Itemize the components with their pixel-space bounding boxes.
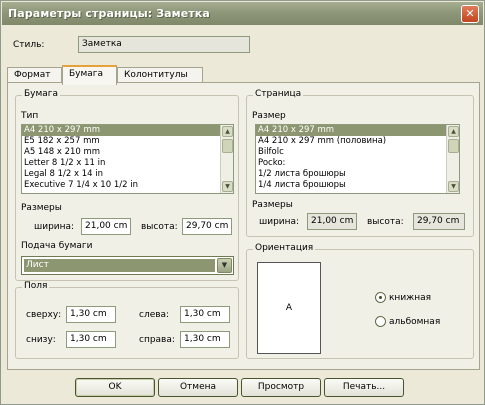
paper-type-label: Тип <box>21 111 39 121</box>
orientation-group: Ориентация A книжная альбомная <box>246 243 474 359</box>
list-item[interactable]: 1/4 листа брошюры <box>256 180 459 191</box>
preview-button[interactable]: Просмотр <box>241 378 321 397</box>
paper-group-title: Бумага <box>22 89 61 99</box>
list-item[interactable]: Letter 8 1/2 x 11 in <box>22 158 233 169</box>
margin-top-label: сверху: <box>26 310 62 320</box>
tab-paper[interactable]: Бумага <box>62 65 117 85</box>
cancel-button[interactable]: Отмена <box>158 378 238 397</box>
orientation-group-title: Ориентация <box>253 243 316 253</box>
style-label: Стиль: <box>13 40 45 50</box>
landscape-label[interactable]: альбомная <box>389 317 440 327</box>
margin-bottom-label: снизу: <box>26 335 56 345</box>
page-height-label: высота: <box>367 217 404 227</box>
list-item[interactable]: A4 210 x 297 mm (половина) <box>256 136 459 147</box>
list-item[interactable]: Pocko: <box>256 158 459 169</box>
margin-right-label: справа: <box>139 335 175 345</box>
list-item[interactable]: Bilfolc <box>256 147 459 158</box>
page-preview: A <box>257 262 321 354</box>
scroll-down-icon[interactable]: ▼ <box>448 181 459 192</box>
scroll-thumb[interactable] <box>222 139 233 153</box>
paper-type-list[interactable]: A4 210 x 297 mm E5 182 x 257 mm A5 148 x 2… <box>21 124 234 194</box>
paper-width-label: ширина: <box>34 222 75 232</box>
paper-feed-label: Подача бумаги <box>21 241 93 251</box>
scroll-down-icon[interactable]: ▼ <box>222 181 233 192</box>
margins-group: Поля сверху: 1,30 cm слева: 1,30 cm сниз… <box>15 281 239 359</box>
paper-feed-value: Лист <box>24 259 215 272</box>
list-item[interactable]: A5 148 x 210 mm <box>22 147 233 158</box>
title-bar[interactable]: Параметры страницы: Заметка ✕ <box>2 2 483 25</box>
landscape-radio[interactable] <box>375 316 386 327</box>
page-group: Страница Размер A4 210 x 297 mm A4 210 x … <box>246 89 474 237</box>
portrait-radio[interactable] <box>375 292 386 303</box>
scroll-up-icon[interactable]: ▲ <box>222 126 233 137</box>
portrait-label[interactable]: книжная <box>389 293 431 303</box>
list-item[interactable]: Executive 7 1/4 x 10 1/2 in <box>22 180 233 191</box>
page-width-label: ширина: <box>259 217 300 227</box>
page-height-field: 29,70 cm <box>413 213 465 230</box>
paper-type-scrollbar[interactable]: ▲ ▼ <box>220 125 233 193</box>
style-field: Заметка <box>78 36 250 53</box>
page-sizes-label: Размеры <box>252 200 293 210</box>
list-item[interactable]: A4 210 x 297 mm <box>22 125 233 136</box>
ok-button[interactable]: OK <box>75 378 155 397</box>
paper-feed-select[interactable]: Лист ▼ <box>21 256 234 275</box>
list-item[interactable]: E5 182 x 257 mm <box>22 136 233 147</box>
close-button[interactable]: ✕ <box>461 5 479 23</box>
list-item[interactable]: A4 210 x 297 mm <box>256 125 459 136</box>
paper-height-label: высота: <box>141 222 178 232</box>
print-button[interactable]: Печать... <box>324 378 404 397</box>
list-item[interactable]: Legal 8 1/2 x 14 in <box>22 169 233 180</box>
page-size-label: Размер <box>252 111 286 121</box>
page-setup-dialog: Параметры страницы: Заметка ✕ Стиль: Зам… <box>0 0 485 405</box>
page-group-title: Страница <box>253 89 304 99</box>
paper-height-field[interactable]: 29,70 cm <box>182 218 232 235</box>
page-width-field: 21,00 cm <box>307 213 357 230</box>
list-item[interactable]: 1/2 листа брошюры <box>256 169 459 180</box>
scroll-up-icon[interactable]: ▲ <box>448 126 459 137</box>
margin-top-field[interactable]: 1,30 cm <box>66 306 116 323</box>
paper-sizes-label: Размеры <box>21 203 62 213</box>
chevron-down-icon[interactable]: ▼ <box>217 258 232 273</box>
margin-left-label: слева: <box>139 310 170 320</box>
paper-group: Бумага Тип A4 210 x 297 mm E5 182 x 257 m… <box>15 89 239 281</box>
margin-bottom-field[interactable]: 1,30 cm <box>66 331 116 348</box>
margins-group-title: Поля <box>22 281 50 291</box>
window-title: Параметры страницы: Заметка <box>8 7 210 20</box>
page-size-list[interactable]: A4 210 x 297 mm A4 210 x 297 mm (половина… <box>255 124 460 194</box>
margin-left-field[interactable]: 1,30 cm <box>180 306 230 323</box>
page-size-scrollbar[interactable]: ▲ ▼ <box>446 125 459 193</box>
scroll-thumb[interactable] <box>448 139 459 153</box>
paper-width-field[interactable]: 21,00 cm <box>81 218 131 235</box>
margin-right-field[interactable]: 1,30 cm <box>180 331 230 348</box>
paper-tab-panel: Бумага Тип A4 210 x 297 mm E5 182 x 257 m… <box>7 82 480 370</box>
